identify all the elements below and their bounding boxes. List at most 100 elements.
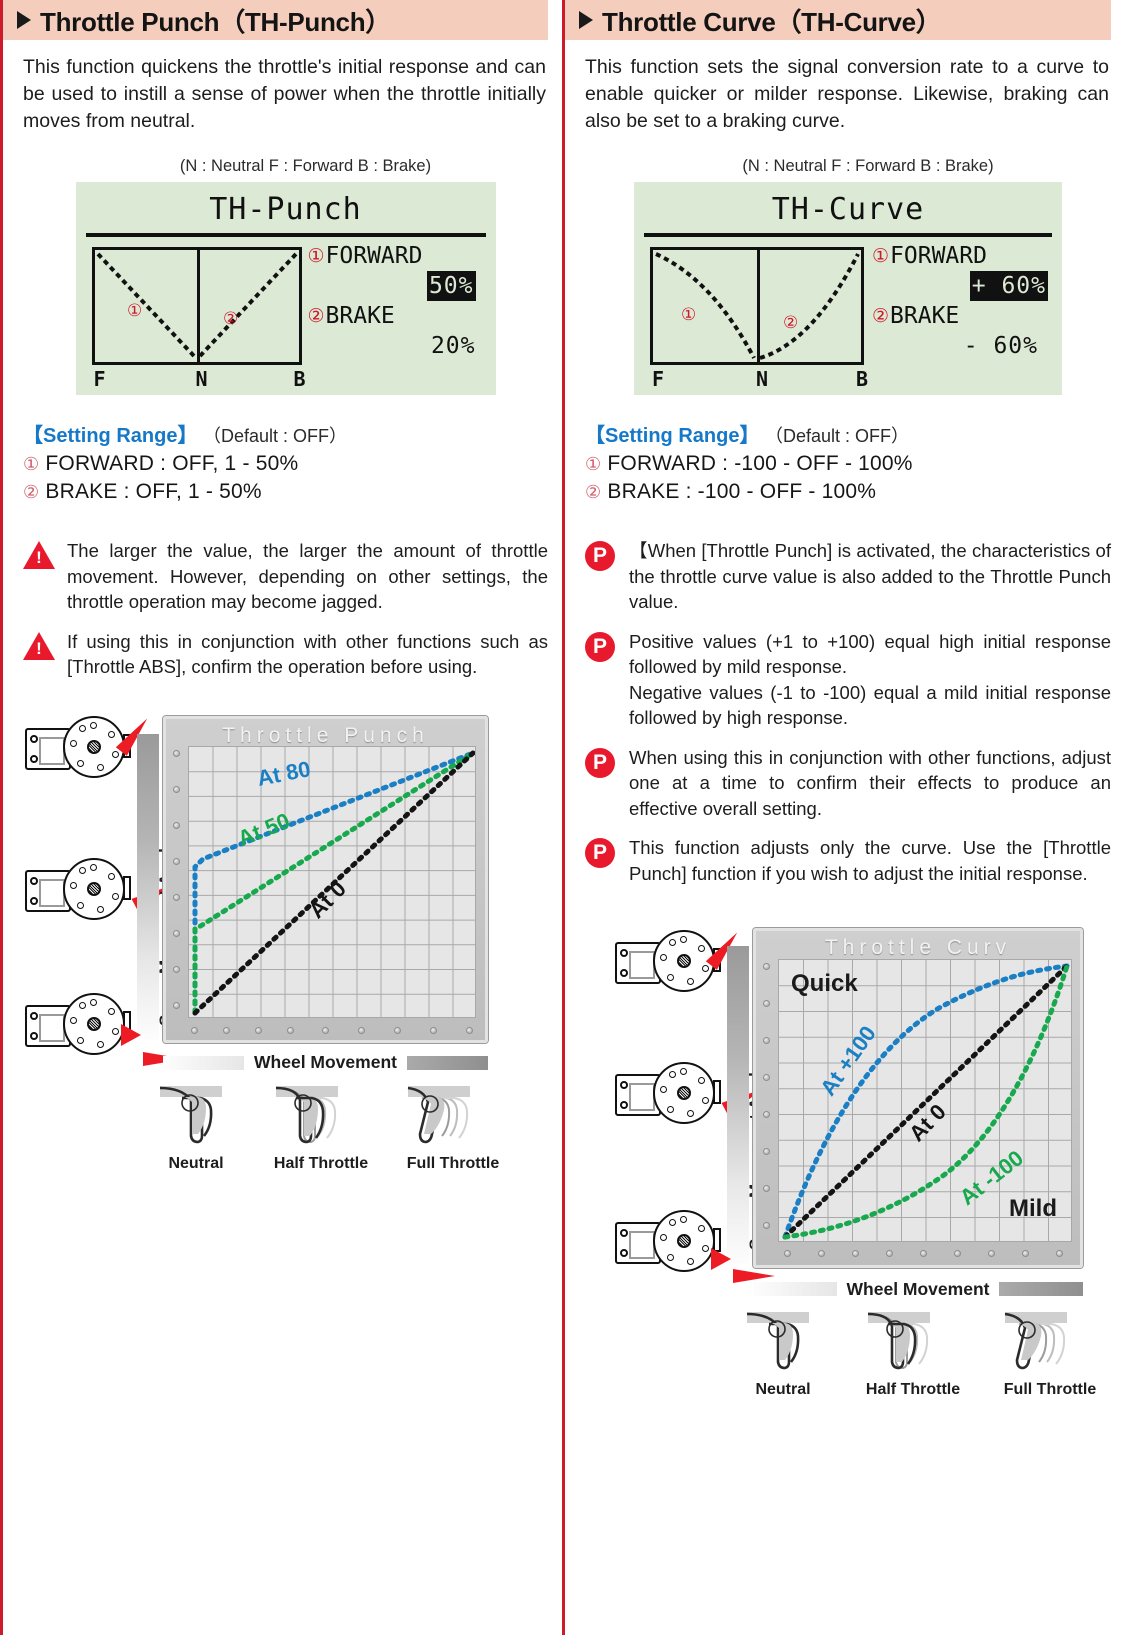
lcd-row-forward-label: FORWARD [325, 243, 423, 269]
note-item: The larger the value, the larger the amo… [23, 538, 548, 615]
setting-range-label: 【Setting Range】 [23, 425, 198, 447]
servo-mount-hole [620, 1081, 628, 1089]
triangle-right-icon [579, 11, 593, 29]
servo-label-area [39, 736, 65, 765]
setting-range-line-forward: ① FORWARD : OFF, 1 - 50% [23, 452, 548, 476]
column-throttle-curve: Throttle Curve（TH-Curve） This function s… [562, 0, 1125, 1635]
lcd-title: TH-Punch [209, 192, 362, 227]
punch-illustration: Servo Movement Angle Throttle Punch [23, 706, 548, 1172]
lcd-graph-punch: ① ② [91, 247, 302, 365]
setting-range-line-forward-num: ① [23, 454, 40, 474]
point-icon: P [585, 631, 615, 662]
chart-title: Throttle Curv [824, 936, 1012, 959]
lcd-row-brake-value[interactable]: 20% [431, 333, 476, 359]
servo-icon [613, 1208, 775, 1283]
setting-range-line-brake-text: BRAKE : OFF, 1 - 50% [45, 480, 262, 503]
lcd-screen-th-punch: TH-Punch ① ② F N B ① FORWARD 50% ② BRAKE… [75, 182, 496, 395]
chart-label-quick: Quick [791, 970, 858, 997]
servo-icon-group [613, 928, 743, 1000]
servo-mount-hole [30, 876, 38, 885]
note-text: This function adjusts only the curve. Us… [629, 837, 1111, 884]
chart-title: Throttle Punch [222, 723, 429, 747]
lcd-body: ① ② F N B ① FORWARD 50% ② BRAKE 20% [76, 237, 496, 391]
trigger-state-half: Half Throttle [858, 1310, 968, 1399]
setting-range-line-brake: ② BRAKE : OFF, 1 - 50% [23, 480, 548, 504]
setting-range-line-brake: ② BRAKE : -100 - OFF - 100% [585, 480, 1111, 504]
lcd-row-forward-value[interactable]: 50% [426, 271, 476, 301]
y-axis-bar: Servo Movement Angle [727, 946, 765, 1264]
triangle-right-icon [17, 11, 31, 29]
lcd-axis-n: N [755, 367, 769, 391]
lcd-row-brake-value[interactable]: - 60% [964, 333, 1038, 359]
trigger-label-neutral: Neutral [168, 1154, 224, 1172]
x-axis-bar: Wheel Movement [163, 1050, 488, 1076]
servo-mount-hole [30, 1031, 38, 1040]
servo-label-area [39, 878, 65, 907]
y-axis-arrow-icon [711, 1248, 731, 1270]
chart-label-mild: Mild [1009, 1195, 1057, 1222]
setting-range-line-forward-num: ① [585, 454, 602, 474]
manual-page: Throttle Punch（TH-Punch） This function q… [0, 0, 1125, 1635]
lcd-axis-f: F [93, 367, 106, 391]
lcd-row-forward-value-wrap: + 60% [872, 271, 1060, 301]
lcd-row-forward: ① FORWARD [308, 241, 494, 271]
svg-text:①: ① [681, 305, 696, 325]
servo-mount-hole [30, 1011, 38, 1020]
servo-horn [653, 928, 743, 992]
note-icon-wrap: P [585, 835, 629, 886]
trigger-state-full: Full Throttle [398, 1084, 508, 1173]
trigger-state-neutral: Neutral [735, 1310, 831, 1399]
lcd-row-brake-value-wrap: - 60% [872, 331, 1060, 361]
note-icon-wrap [23, 538, 67, 615]
servo-icon-group [613, 1060, 766, 1132]
lcd-row-forward-num: ① [872, 245, 890, 267]
point-icon: P [585, 747, 615, 778]
servo-hub [87, 1016, 101, 1031]
servo-hub [677, 1086, 691, 1100]
warning-icon [23, 631, 55, 660]
trigger-state-neutral: Neutral [148, 1084, 244, 1173]
lcd-title: TH-Curve [771, 192, 925, 227]
servo-mount-hole [620, 969, 628, 977]
lcd-row-forward-value-wrap: 50% [308, 271, 494, 301]
lcd-row-brake: ② BRAKE [308, 301, 494, 331]
trigger-neutral-icon [746, 1312, 809, 1370]
servo-hub [677, 954, 691, 968]
notes-list: P 【When [Throttle Punch] is activated, t… [585, 538, 1111, 886]
servo-horn [653, 1062, 766, 1124]
trigger-neutral-icon [159, 1085, 222, 1143]
setting-range-heading: 【Setting Range】 （Default : OFF） [23, 419, 548, 448]
lcd-axis-n: N [195, 367, 208, 391]
setting-range-line-brake-num: ② [23, 482, 40, 502]
servo-icon [23, 991, 185, 1066]
servo-mount-hole [620, 1249, 628, 1257]
setting-range-heading: 【Setting Range】 （Default : OFF） [585, 419, 1111, 448]
y-axis-bar: Servo Movement Angle [137, 733, 175, 1040]
note-text: The larger the value, the larger the amo… [67, 540, 548, 612]
trigger-state-row: Neutral Half Throttle Full Throttle [735, 1310, 1105, 1399]
setting-range-block: 【Setting Range】 （Default : OFF） ① FORWAR… [585, 419, 1111, 504]
lcd-row-brake-num: ② [307, 305, 325, 327]
servo-icon [613, 1060, 766, 1132]
note-item: P When using this in conjunction with ot… [585, 745, 1111, 822]
lcd-row-forward-value[interactable]: + 60% [969, 271, 1048, 301]
servo-label-area [629, 951, 655, 979]
setting-range-default: （Default : OFF） [203, 426, 348, 446]
servo-icon [23, 856, 176, 928]
note-icon-wrap: P [585, 629, 629, 731]
lcd-axis-labels: F N B [92, 367, 308, 391]
setting-range-label: 【Setting Range】 [585, 425, 760, 447]
servo-mount-hole [620, 1229, 628, 1237]
setting-range-block: 【Setting Range】 （Default : OFF） ① FORWAR… [23, 419, 548, 504]
lcd-values: ① FORWARD + 60% ② BRAKE - 60% [872, 241, 1060, 361]
lcd-row-brake: ② BRAKE [872, 301, 1060, 331]
servo-label-area [629, 1083, 655, 1111]
trigger-full-throttle-icon [1004, 1312, 1067, 1370]
servo-label-area [629, 1231, 655, 1259]
lcd-body: ① ② F N B ① FORWARD + 60% ② BRAKE - 60% [634, 237, 1062, 391]
trigger-label-half: Half Throttle [273, 1154, 369, 1172]
setting-range-line-forward: ① FORWARD : -100 - OFF - 100% [585, 452, 1111, 476]
trigger-state-half: Half Throttle [266, 1084, 376, 1173]
trigger-label-half: Half Throttle [865, 1381, 961, 1398]
setting-range-line-brake-text: BRAKE : -100 - OFF - 100% [607, 480, 877, 503]
